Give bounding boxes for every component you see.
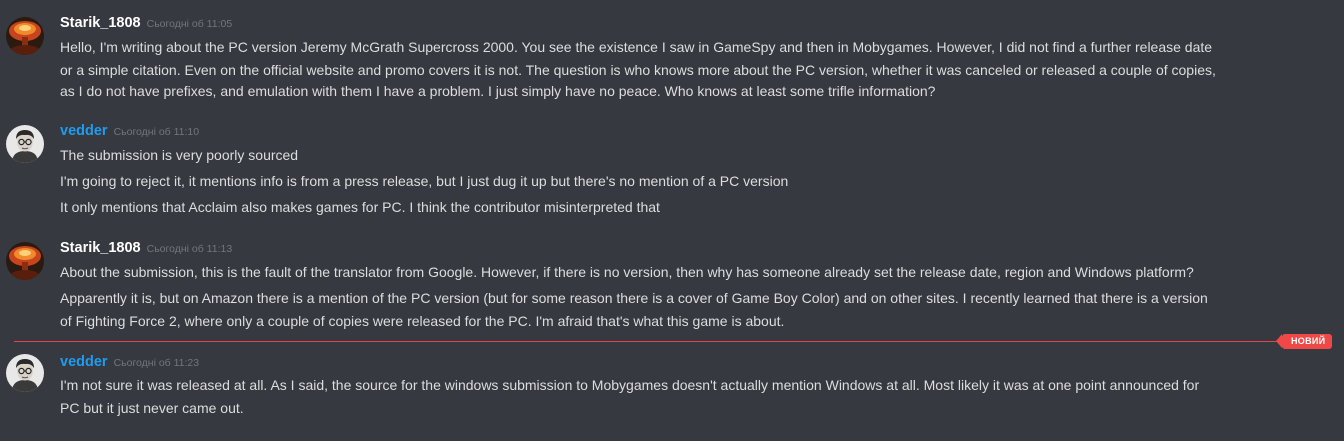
- message-header: Starik_1808 Сьогодні об 11:05: [60, 14, 232, 32]
- message-text: The submission is very poorly sourced: [60, 147, 299, 163]
- message-text: Hello, I'm writing about the PC version …: [60, 39, 1213, 55]
- new-messages-badge: НОВИЙ: [1275, 334, 1333, 349]
- explosion-avatar-icon[interactable]: [6, 242, 44, 280]
- message-text: I'm going to reject it, it mentions info…: [60, 173, 789, 189]
- timestamp: Сьогодні об 11:13: [146, 243, 233, 255]
- username[interactable]: vedder: [60, 354, 108, 370]
- message-text: of Fighting Force 2, where only a couple…: [60, 313, 785, 329]
- message-header: Starik_1808 Сьогодні об 11:13: [60, 239, 232, 257]
- username[interactable]: vedder: [60, 123, 108, 139]
- message-text: It only mentions that Acclaim also makes…: [60, 199, 660, 215]
- portrait-avatar-icon[interactable]: [6, 125, 44, 163]
- message-text: Apparently it is, but on Amazon there is…: [60, 290, 1208, 306]
- message-text: or a simple citation. Even on the offici…: [60, 62, 1216, 78]
- explosion-avatar-icon[interactable]: [6, 17, 44, 55]
- message-header: vedder Сьогодні об 11:23: [60, 353, 199, 371]
- portrait-avatar-icon[interactable]: [6, 354, 44, 392]
- username[interactable]: Starik_1808: [60, 240, 141, 256]
- timestamp: Сьогодні об 11:05: [146, 18, 233, 30]
- message-text: PC but it just never came out.: [60, 400, 244, 416]
- timestamp: Сьогодні об 11:23: [113, 357, 200, 369]
- chat-messages: Starik_1808 Сьогодні об 11:05 Hello, I'm …: [0, 0, 1344, 441]
- message-text: as I do not have prefixes, and emulation…: [60, 83, 936, 99]
- username[interactable]: Starik_1808: [60, 15, 141, 31]
- message-text: I'm not sure it was released at all. As …: [60, 377, 1200, 393]
- message-text: About the submission, this is the fault …: [60, 264, 1194, 280]
- new-messages-divider: [14, 341, 1304, 342]
- message-header: vedder Сьогодні об 11:10: [60, 122, 199, 140]
- timestamp: Сьогодні об 11:10: [113, 126, 200, 138]
